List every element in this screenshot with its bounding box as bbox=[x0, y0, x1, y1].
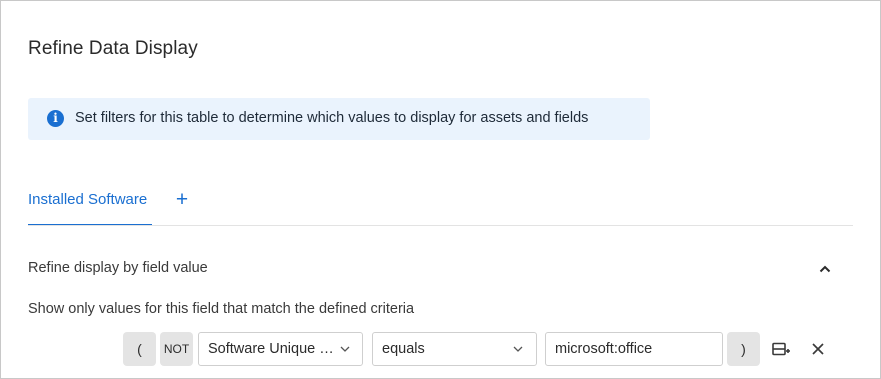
tabs-divider bbox=[28, 225, 853, 226]
close-icon bbox=[812, 343, 824, 355]
section-title: Refine display by field value bbox=[28, 260, 208, 276]
add-row-button[interactable] bbox=[771, 339, 791, 359]
refine-data-display-dialog: Refine Data Display i Set filters for th… bbox=[0, 0, 881, 379]
add-row-icon bbox=[772, 342, 790, 356]
info-message: Set filters for this table to determine … bbox=[75, 110, 589, 126]
criteria-value-input[interactable] bbox=[545, 332, 723, 366]
remove-row-button[interactable] bbox=[808, 339, 828, 359]
add-tab-button[interactable]: + bbox=[172, 189, 192, 210]
chevron-down-icon bbox=[340, 346, 350, 352]
field-select-value: Software Unique … bbox=[208, 341, 334, 357]
tab-installed-software[interactable]: Installed Software bbox=[28, 191, 147, 208]
section-description: Show only values for this field that mat… bbox=[28, 301, 415, 317]
close-parenthesis-button[interactable]: ) bbox=[727, 332, 760, 366]
operator-select-value: equals bbox=[382, 341, 425, 357]
dialog-title: Refine Data Display bbox=[28, 38, 198, 59]
chevron-up-icon bbox=[819, 265, 831, 273]
collapse-section-button[interactable] bbox=[814, 259, 836, 279]
not-toggle-button[interactable]: NOT bbox=[160, 332, 193, 366]
field-select[interactable]: Software Unique … bbox=[198, 332, 363, 366]
info-icon: i bbox=[47, 110, 64, 127]
open-parenthesis-button[interactable]: ( bbox=[123, 332, 156, 366]
info-banner: i Set filters for this table to determin… bbox=[28, 98, 650, 140]
chevron-down-icon bbox=[513, 346, 523, 352]
operator-select[interactable]: equals bbox=[372, 332, 537, 366]
